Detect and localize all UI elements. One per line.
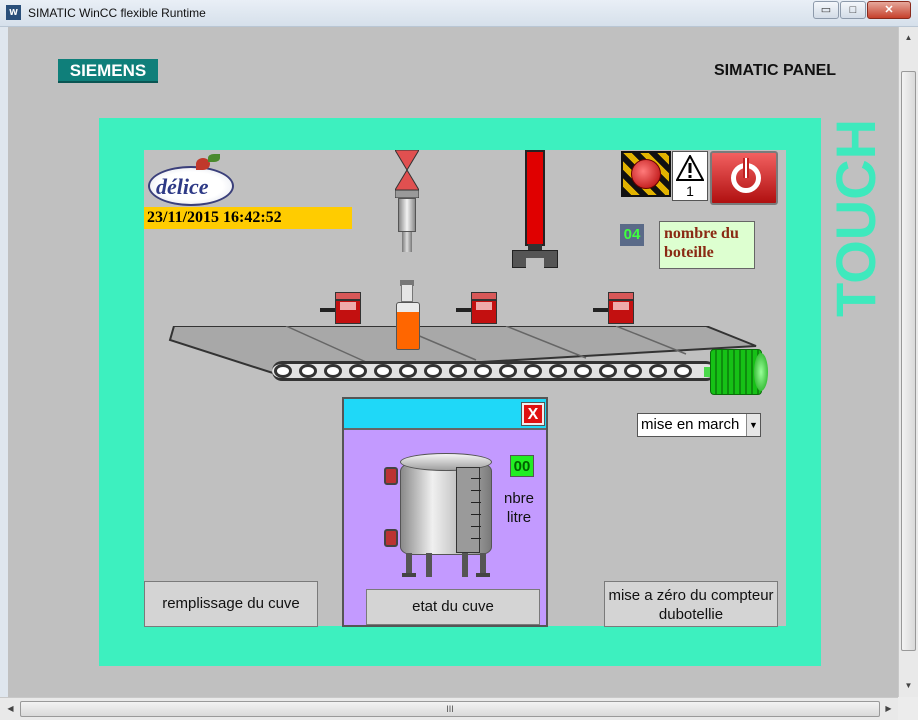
filler-nozzle — [398, 198, 416, 232]
conveyor-roller — [474, 364, 492, 378]
scroll-left-icon[interactable]: ◀ — [2, 701, 19, 717]
conveyor-roller — [449, 364, 467, 378]
conveyor-roller — [424, 364, 442, 378]
conveyor-roller — [599, 364, 617, 378]
tank-level-value: 00 — [510, 455, 534, 477]
filler-nozzle-tip — [402, 232, 412, 252]
maximize-button[interactable]: □ — [840, 1, 866, 19]
conveyor-roller — [524, 364, 542, 378]
conveyor-roller — [374, 364, 392, 378]
warning-count: 1 — [686, 183, 694, 199]
tank-icon — [384, 453, 496, 577]
popup-titlebar: X — [344, 399, 546, 430]
conveyor-motor-icon — [704, 349, 768, 395]
conveyor-roller — [274, 364, 292, 378]
mode-select[interactable]: mise en march ▼ — [637, 413, 761, 437]
wincc-app-icon: W — [6, 5, 21, 20]
chevron-down-icon[interactable]: ▼ — [746, 414, 760, 436]
horizontal-scrollbar[interactable]: ◀ III ▶ — [0, 697, 898, 720]
tank-valve-icon — [384, 529, 398, 547]
conveyor-roller — [349, 364, 367, 378]
window-title: SIMATIC WinCC flexible Runtime — [28, 6, 206, 20]
horizontal-scroll-thumb[interactable]: III — [20, 701, 880, 717]
filler-valve-icon — [395, 150, 419, 198]
cap-station-icon — [456, 292, 500, 326]
warning-triangle-icon — [676, 155, 704, 181]
window-left-border — [0, 27, 8, 697]
conveyor-roller — [674, 364, 692, 378]
logo-leaf-icon — [208, 154, 220, 162]
vertical-scroll-thumb[interactable] — [901, 71, 916, 651]
minimize-button[interactable]: ▭ — [813, 1, 839, 19]
mode-select-value: mise en march — [641, 416, 740, 433]
popup-close-button[interactable]: X — [521, 402, 545, 426]
bottle-counter-label: nombre du boteille — [659, 221, 755, 269]
hmi-screen: délice 23/11/2015 16:42:52 1 04 nombre d… — [144, 150, 786, 627]
tank-level-gauge — [456, 467, 481, 553]
panel-title: SIMATIC PANEL — [714, 62, 837, 79]
scroll-down-icon[interactable]: ▼ — [901, 677, 916, 694]
conveyor-roller — [624, 364, 642, 378]
window-titlebar: W SIMATIC WinCC flexible Runtime ▭ □ ✕ — [0, 0, 918, 27]
conveyor-roller — [324, 364, 342, 378]
conveyor-roller — [574, 364, 592, 378]
alarm-button[interactable] — [621, 151, 671, 197]
tank-state-button[interactable]: etat du cuve — [366, 589, 540, 625]
reset-counter-button[interactable]: mise a zéro du compteur dubotellie — [604, 581, 778, 627]
scrollbar-corner — [898, 697, 918, 720]
cap-station-icon — [320, 292, 364, 326]
scroll-right-icon[interactable]: ▶ — [880, 701, 897, 717]
siemens-logo: SIEMENS — [58, 59, 158, 83]
datetime-display: 23/11/2015 16:42:52 — [144, 207, 352, 229]
bottle-counter-value: 04 — [620, 224, 644, 246]
conveyor-roller — [299, 364, 317, 378]
close-window-button[interactable]: ✕ — [867, 1, 911, 19]
capping-head-notch — [526, 258, 544, 268]
runtime-client-area: SIEMENS SIMATIC PANEL TOUCH délice 23/11… — [8, 27, 898, 697]
bottle-neck — [401, 284, 413, 302]
cap-station-icon — [593, 292, 637, 326]
vertical-scrollbar[interactable]: ▲ ▼ — [898, 27, 918, 697]
tank-valve-icon — [384, 467, 398, 485]
conveyor-roller — [399, 364, 417, 378]
conveyor-roller — [549, 364, 567, 378]
logo-text: délice — [156, 174, 209, 199]
touch-label: TOUCH — [824, 118, 887, 318]
warning-indicator[interactable]: 1 — [672, 151, 708, 201]
capping-piston — [525, 150, 545, 246]
power-icon-line — [743, 158, 749, 178]
tank-popup-window: X 00 nbre litre etat du cuve — [342, 397, 548, 627]
juice-bottle-icon — [396, 302, 420, 350]
tank-level-label: nbre litre — [503, 490, 535, 526]
fill-tank-button[interactable]: remplissage du cuve — [144, 581, 318, 627]
scroll-up-icon[interactable]: ▲ — [901, 29, 916, 46]
alarm-bell-icon — [631, 159, 661, 189]
conveyor-roller — [649, 364, 667, 378]
conveyor-roller — [499, 364, 517, 378]
power-button[interactable] — [710, 151, 778, 205]
